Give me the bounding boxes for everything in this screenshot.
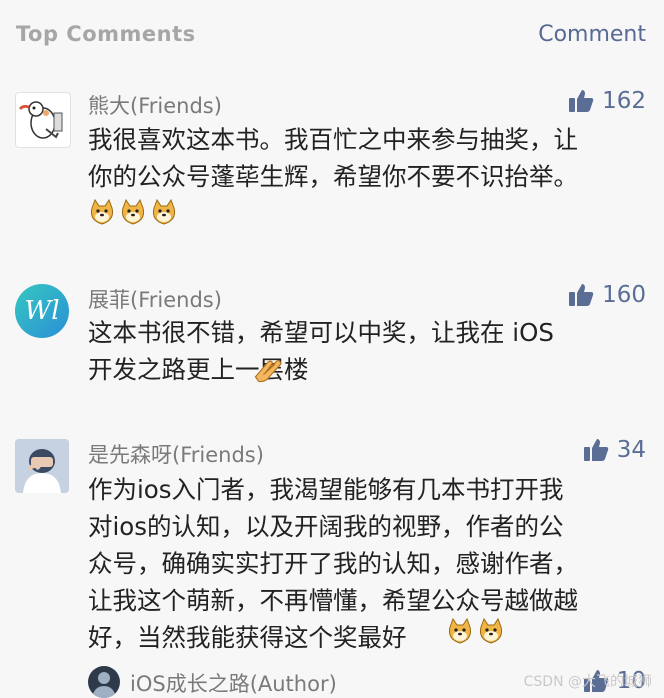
doge-emoji <box>122 198 144 225</box>
section-title: Top Comments <box>16 22 196 46</box>
avatar-logo-text: Wl <box>24 296 60 326</box>
comment-text: 这本书很不错，希望可以中奖，让我在 iOS 开发之路更上一层楼 <box>88 318 554 384</box>
clap-emoji <box>254 360 282 383</box>
comments-header: Top Comments Comment <box>0 0 664 70</box>
commenter-name[interactable]: 是先森呀(Friends) <box>88 439 264 469</box>
avatar[interactable] <box>15 439 69 493</box>
doge-emoji <box>153 198 175 225</box>
like-count: 160 <box>602 282 646 308</box>
like-count: 162 <box>602 88 646 114</box>
doge-emoji <box>449 617 471 644</box>
thumbs-up-icon[interactable] <box>568 283 594 307</box>
like-control[interactable]: 34 <box>583 437 646 463</box>
doge-emoji <box>480 617 502 644</box>
commenter-name[interactable]: 展菲(Friends) <box>88 284 222 314</box>
emoji-row <box>446 617 506 645</box>
commenter-name[interactable]: 熊大(Friends) <box>88 90 222 120</box>
comment-text: 我很喜欢这本书。我百忙之中来参与抽奖，让 你的公众号蓬荜生辉，希望你不要不识抬举… <box>88 125 578 191</box>
write-comment-button[interactable]: Comment <box>538 22 646 47</box>
like-control[interactable]: 160 <box>568 282 646 308</box>
avatar[interactable] <box>15 92 71 148</box>
thumbs-up-icon[interactable] <box>583 438 609 462</box>
watermark: CSDN @大飞的城狮 <box>523 674 652 690</box>
emoji-row <box>88 198 179 226</box>
commenter-name[interactable]: iOS成长之路(Author) <box>130 668 337 698</box>
like-control[interactable]: 162 <box>568 88 646 114</box>
doge-emoji <box>91 198 113 225</box>
avatar[interactable]: Wl <box>15 284 69 338</box>
thumbs-up-icon[interactable] <box>568 89 594 113</box>
comment-text: 作为ios入门者，我渴望能够有几本书打开我 对ios的认知，以及开阔我的视野，作… <box>88 475 578 652</box>
like-count: 34 <box>616 437 646 463</box>
avatar[interactable] <box>88 666 120 698</box>
